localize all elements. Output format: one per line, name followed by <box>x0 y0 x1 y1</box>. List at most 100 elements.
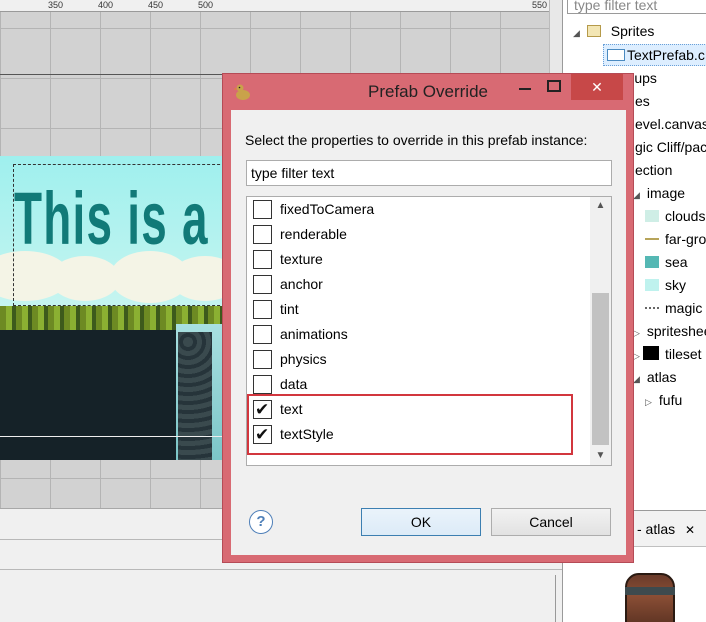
tree-item-clouds[interactable]: clouds <box>645 205 705 227</box>
tree-item-label: image <box>646 185 686 201</box>
tree-item-label: evel.canvas <box>635 116 706 132</box>
image-icon <box>645 238 659 240</box>
tree-item-tileset[interactable]: ▷ tileset <box>633 343 702 365</box>
ruler-tick: 450 <box>148 0 164 10</box>
checkbox[interactable] <box>253 375 272 394</box>
tree-item-label: es <box>635 93 650 109</box>
tree-item[interactable]: gic Cliff/pac <box>635 136 706 158</box>
expand-icon[interactable]: ◢ <box>633 184 643 206</box>
horizontal-ruler: 350 400 450 500 550 <box>0 0 562 12</box>
expand-icon[interactable]: ▷ <box>645 391 655 413</box>
ruler-tick: 500 <box>198 0 214 10</box>
minimize-button[interactable] <box>511 74 539 100</box>
barrel-band <box>625 587 675 595</box>
barrel-sprite-thumbnail <box>625 573 675 622</box>
tree-item-atlas[interactable]: ◢ atlas <box>633 366 676 388</box>
canvas-border <box>0 436 224 437</box>
tree-item-fufu[interactable]: ▷ fufu <box>645 389 682 411</box>
checkbox[interactable] <box>253 300 272 319</box>
expand-icon[interactable]: ◢ <box>633 368 643 390</box>
checkbox[interactable] <box>253 325 272 344</box>
tree-item[interactable]: evel.canvas <box>635 113 706 135</box>
dialog-prompt: Select the properties to override in thi… <box>245 132 588 148</box>
minimize-icon <box>519 88 531 90</box>
property-list: fixedToCamera renderable texture anchor … <box>246 196 612 466</box>
tree-item-far-grounds[interactable]: far-gro <box>645 228 706 250</box>
dialog-body: Select the properties to override in thi… <box>231 110 626 555</box>
tree-item-label: TextPrefab.c <box>627 47 705 63</box>
tree-item-sprites[interactable]: ◢ Sprites <box>573 20 654 42</box>
ok-button[interactable]: OK <box>361 508 481 536</box>
image-icon <box>643 346 659 360</box>
list-item[interactable]: fixedToCamera <box>253 197 583 222</box>
image-icon <box>645 307 659 309</box>
checkbox[interactable] <box>253 200 272 219</box>
expand-icon[interactable]: ◢ <box>573 22 583 44</box>
close-button[interactable] <box>571 74 623 100</box>
text-prefab-icon <box>607 49 625 61</box>
selection-box[interactable] <box>13 164 235 306</box>
property-label: fixedToCamera <box>280 201 375 217</box>
help-icon[interactable]: ? <box>249 510 273 534</box>
cancel-button[interactable]: Cancel <box>491 508 611 536</box>
folder-icon <box>586 25 601 37</box>
tree-item-label: clouds <box>665 208 706 224</box>
prefab-override-dialog: Prefab Override Select the properties to… <box>222 73 634 563</box>
list-item[interactable]: physics <box>253 347 583 372</box>
list-item[interactable]: texture <box>253 247 583 272</box>
tree-item-label: ection <box>635 162 673 178</box>
tree-item-sea[interactable]: sea <box>645 251 688 273</box>
panel-divider <box>0 569 562 570</box>
list-item[interactable]: tint <box>253 297 583 322</box>
property-label: anchor <box>280 276 323 292</box>
property-label: tint <box>280 301 299 317</box>
scroll-down-icon[interactable]: ▼ <box>590 447 611 465</box>
checkbox[interactable] <box>253 225 272 244</box>
ruler-tick: 550 <box>532 0 548 10</box>
panel-divider <box>555 575 556 622</box>
tree-item-label: sky <box>665 277 686 293</box>
checkbox[interactable] <box>253 275 272 294</box>
image-icon <box>645 210 659 222</box>
property-label: physics <box>280 351 327 367</box>
expand-icon[interactable]: ▷ <box>633 345 643 367</box>
tree-item-label: gic Cliff/pac <box>635 139 706 155</box>
list-scrollbar[interactable]: ▲ ▼ <box>590 197 611 465</box>
tree-item-magic[interactable]: magic <box>645 297 702 319</box>
list-item[interactable]: anchor <box>253 272 583 297</box>
tree-item[interactable]: es <box>635 90 650 112</box>
property-label: animations <box>280 326 348 342</box>
tree-item-label: Sprites <box>610 23 655 39</box>
property-label: texture <box>280 251 323 267</box>
tree-item-textprefab[interactable]: TextPrefab.c <box>607 44 705 66</box>
close-icon[interactable]: ✕ <box>685 523 695 537</box>
maximize-button[interactable] <box>539 74 569 100</box>
scroll-up-icon[interactable]: ▲ <box>590 197 611 215</box>
maximize-icon <box>547 80 561 92</box>
list-item[interactable]: renderable <box>253 222 583 247</box>
tree-item-label: magic <box>665 300 703 316</box>
tree-item-label: sea <box>665 254 688 270</box>
list-item[interactable]: animations <box>253 322 583 347</box>
dialog-titlebar[interactable]: Prefab Override <box>223 74 633 110</box>
expand-icon[interactable]: ▷ <box>633 322 643 344</box>
tree-item-label: far-gro <box>665 231 706 247</box>
scroll-thumb[interactable] <box>592 293 609 445</box>
image-icon <box>645 256 659 268</box>
tree-filter-input[interactable]: type filter text <box>567 0 706 14</box>
checkbox[interactable] <box>253 350 272 369</box>
image-icon <box>645 279 659 291</box>
tree-item-label: fufu <box>658 392 683 408</box>
tree-item-spritesheet[interactable]: ▷ spritesheet <box>633 320 706 342</box>
property-label: renderable <box>280 226 347 242</box>
property-filter-input[interactable] <box>246 160 612 186</box>
rock-column <box>178 332 212 460</box>
tree-item-section[interactable]: ection <box>635 159 672 181</box>
tree-item-label: spritesheet <box>646 323 706 339</box>
tree-item-label: atlas <box>646 369 677 385</box>
annotation-highlight-box <box>247 394 573 455</box>
ruler-tick: 400 <box>98 0 114 10</box>
tree-item-image[interactable]: ◢ image <box>633 182 685 204</box>
tree-item-sky[interactable]: sky <box>645 274 686 296</box>
checkbox[interactable] <box>253 250 272 269</box>
